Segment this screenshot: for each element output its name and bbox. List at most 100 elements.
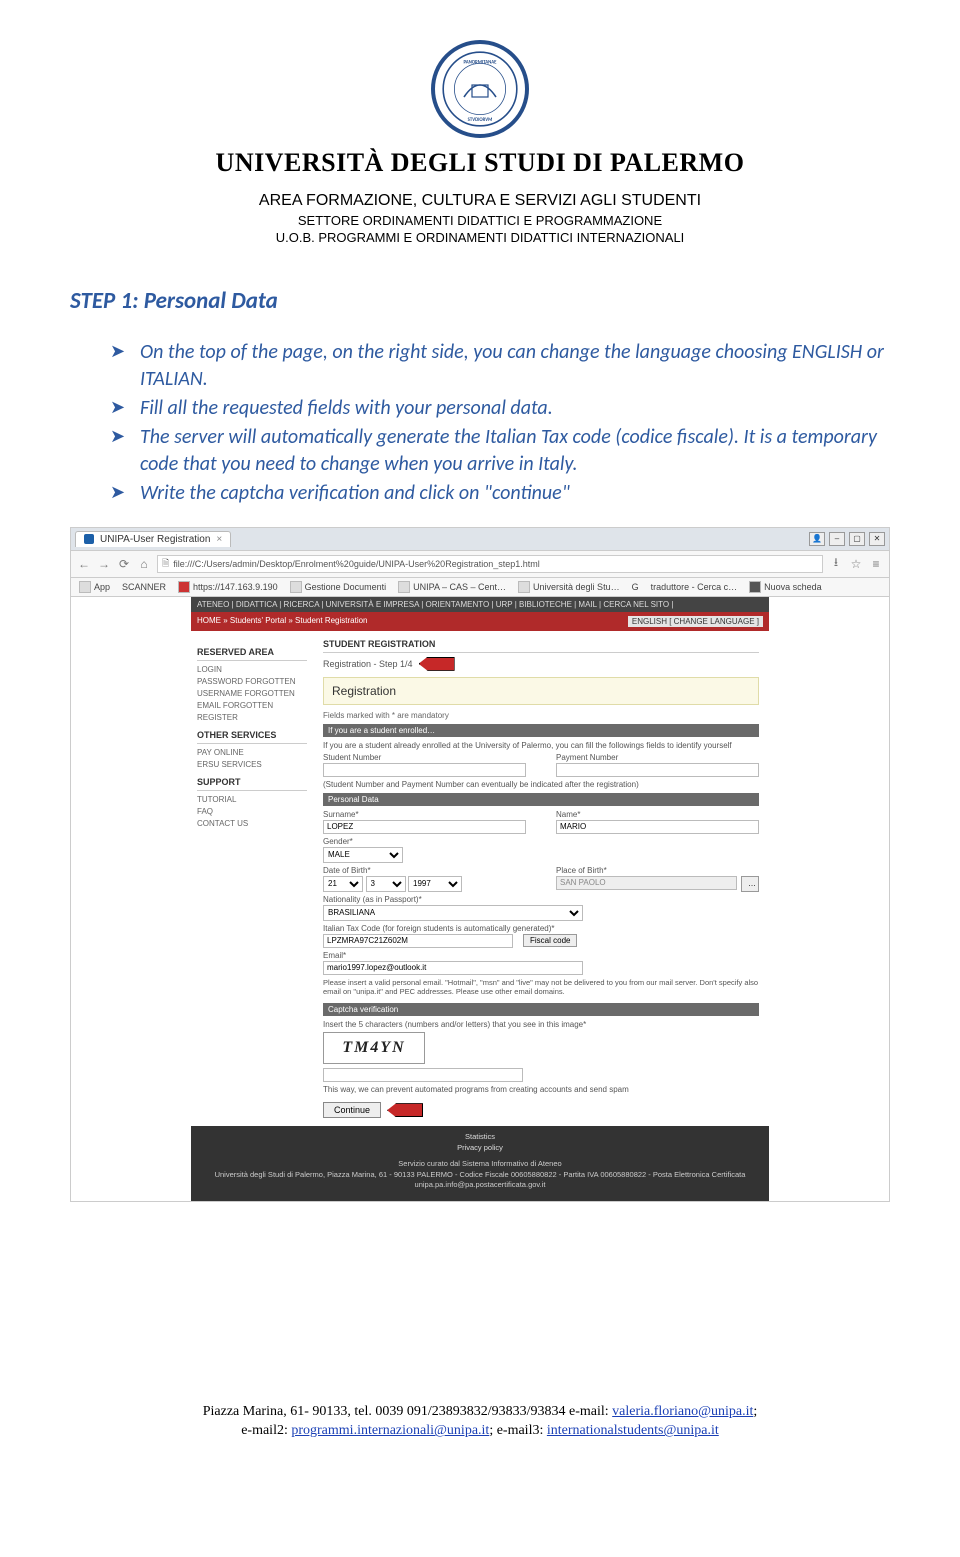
settore-line: SETTORE ORDINAMENTI DIDATTICI E PROGRAMM… bbox=[70, 212, 890, 230]
sidebar-group-other: OTHER SERVICES bbox=[197, 730, 307, 744]
gender-select[interactable]: MALE bbox=[323, 847, 403, 863]
breadcrumb-path: HOME » Students' Portal » Student Regist… bbox=[197, 616, 368, 627]
sidebar-link-login[interactable]: LOGIN bbox=[197, 665, 307, 674]
sidebar-link-contact[interactable]: CONTACT US bbox=[197, 819, 307, 828]
sidebar-link-password[interactable]: PASSWORD FORGOTTEN bbox=[197, 677, 307, 686]
window-user-icon[interactable]: 👤 bbox=[809, 532, 825, 546]
nationality-label: Nationality (as in Passport)* bbox=[323, 895, 759, 904]
window-maximize-icon[interactable]: ▢ bbox=[849, 532, 865, 546]
nav-home-icon[interactable]: ⌂ bbox=[137, 557, 151, 571]
footer-email3-link[interactable]: internationalstudents@unipa.it bbox=[547, 1423, 719, 1438]
page-footer: Piazza Marina, 61- 90133, tel. 0039 091/… bbox=[70, 1402, 890, 1441]
section-band-enrolled: If you are a student enrolled… bbox=[323, 724, 759, 737]
fiscal-code-button[interactable]: Fiscal code bbox=[523, 934, 577, 947]
university-seal: PANORMITANAE STVDIORVM bbox=[70, 40, 890, 138]
nav-back-icon[interactable]: ← bbox=[77, 557, 91, 571]
favicon-icon bbox=[84, 534, 94, 544]
bookmark-icon bbox=[749, 581, 761, 593]
sidebar-link-register[interactable]: REGISTER bbox=[197, 713, 307, 722]
footer-privacy[interactable]: Privacy policy bbox=[195, 1143, 765, 1154]
file-icon: 🗎 bbox=[162, 556, 169, 572]
bookmark-item[interactable]: traduttore - Cerca c… bbox=[651, 582, 738, 592]
main-content: STUDENT REGISTRATION Registration - Step… bbox=[313, 631, 769, 1127]
taxcode-input[interactable] bbox=[323, 934, 513, 948]
sidebar: RESERVED AREA LOGIN PASSWORD FORGOTTEN U… bbox=[191, 631, 313, 1127]
email-warning: Please insert a valid personal email. "H… bbox=[323, 978, 759, 998]
footer-email1-link[interactable]: valeria.floriano@unipa.it bbox=[612, 1404, 753, 1419]
instruction-item: Write the captcha verification and click… bbox=[110, 480, 890, 507]
bookmark-item[interactable]: Università degli Stu… bbox=[518, 581, 620, 593]
download-icon[interactable]: ⭳ bbox=[829, 557, 843, 571]
dob-month-select[interactable]: 3 bbox=[366, 876, 406, 892]
bookmark-item[interactable]: SCANNER bbox=[122, 582, 166, 592]
area-line: AREA FORMAZIONE, CULTURA E SERVIZI AGLI … bbox=[70, 190, 890, 212]
sidebar-link-email[interactable]: EMAIL FORGOTTEN bbox=[197, 701, 307, 710]
instruction-item: The server will automatically generate t… bbox=[110, 424, 890, 478]
url-field[interactable]: 🗎 file:///C:/Users/admin/Desktop/Enrolme… bbox=[157, 555, 823, 573]
instruction-item: On the top of the page, on the right sid… bbox=[110, 339, 890, 393]
window-close-icon[interactable]: ✕ bbox=[869, 532, 885, 546]
bookmark-icon bbox=[518, 581, 530, 593]
browser-tab[interactable]: UNIPA-User Registration × bbox=[75, 531, 231, 547]
nav-reload-icon[interactable]: ⟳ bbox=[117, 557, 131, 571]
tab-title: UNIPA-User Registration bbox=[100, 534, 210, 545]
bookmark-item[interactable]: G bbox=[632, 582, 639, 592]
bookmark-item[interactable]: Nuova scheda bbox=[749, 581, 822, 593]
section-band-captcha: Captcha verification bbox=[323, 1003, 759, 1016]
site-footer: Statistics Privacy policy Servizio curat… bbox=[191, 1126, 769, 1201]
pob-lookup-button[interactable]: … bbox=[741, 876, 759, 892]
sidebar-link-tutorial[interactable]: TUTORIAL bbox=[197, 795, 307, 804]
annotation-arrow-icon bbox=[387, 1103, 423, 1117]
nav-forward-icon[interactable]: → bbox=[97, 557, 111, 571]
annotation-arrow-icon bbox=[419, 657, 455, 671]
bookmark-item[interactable]: https://147.163.9.190 bbox=[178, 581, 278, 593]
tab-close-icon[interactable]: × bbox=[216, 534, 222, 545]
sidebar-link-ersu[interactable]: ERSU SERVICES bbox=[197, 760, 307, 769]
payment-number-input[interactable] bbox=[556, 763, 759, 777]
star-icon[interactable]: ☆ bbox=[849, 557, 863, 571]
menu-icon[interactable]: ≡ bbox=[869, 557, 883, 571]
bookmark-icon bbox=[398, 581, 410, 593]
student-number-label: Student Number bbox=[323, 753, 526, 762]
dob-label: Date of Birth* bbox=[323, 866, 526, 875]
captcha-note: This way, we can prevent automated progr… bbox=[323, 1085, 759, 1094]
instruction-item: Fill all the requested fields with your … bbox=[110, 395, 890, 422]
sidebar-link-username[interactable]: USERNAME FORGOTTEN bbox=[197, 689, 307, 698]
window-minimize-icon[interactable]: – bbox=[829, 532, 845, 546]
language-switch-button[interactable]: ENGLISH [ CHANGE LANGUAGE ] bbox=[628, 616, 763, 627]
sidebar-group-reserved: RESERVED AREA bbox=[197, 647, 307, 661]
email-input[interactable] bbox=[323, 961, 583, 975]
embedded-screenshot: UNIPA-User Registration × 👤 – ▢ ✕ ← → ⟳ … bbox=[70, 527, 890, 1202]
svg-text:PANORMITANAE: PANORMITANAE bbox=[463, 59, 497, 65]
footer-statistics[interactable]: Statistics bbox=[195, 1132, 765, 1143]
apps-icon bbox=[79, 581, 91, 593]
student-number-input[interactable] bbox=[323, 763, 526, 777]
step-indicator: Registration - Step 1/4 bbox=[323, 659, 413, 669]
captcha-image: TM4YN bbox=[323, 1032, 425, 1064]
nationality-select[interactable]: BRASILIANA bbox=[323, 905, 583, 921]
registration-heading: Registration bbox=[323, 677, 759, 705]
name-input[interactable] bbox=[556, 820, 759, 834]
surname-input[interactable] bbox=[323, 820, 526, 834]
svg-text:STVDIORVM: STVDIORVM bbox=[468, 117, 493, 123]
apps-button[interactable]: App bbox=[79, 581, 110, 593]
footer-email2-link[interactable]: programmi.internazionali@unipa.it bbox=[291, 1423, 489, 1438]
bookmark-icon bbox=[290, 581, 302, 593]
pob-label: Place of Birth* bbox=[556, 866, 759, 875]
captcha-input[interactable] bbox=[323, 1068, 523, 1082]
bookmark-item[interactable]: Gestione Documenti bbox=[290, 581, 387, 593]
dob-year-select[interactable]: 1997 bbox=[408, 876, 462, 892]
continue-button[interactable]: Continue bbox=[323, 1102, 381, 1118]
surname-label: Surname* bbox=[323, 810, 526, 819]
pob-input[interactable] bbox=[556, 876, 737, 890]
footer-address: Università degli Studi di Palermo, Piazz… bbox=[195, 1170, 765, 1191]
dob-day-select[interactable]: 21 bbox=[323, 876, 363, 892]
gender-label: Gender* bbox=[323, 837, 443, 846]
sidebar-link-pay[interactable]: PAY ONLINE bbox=[197, 748, 307, 757]
main-title: STUDENT REGISTRATION bbox=[323, 639, 759, 653]
sidebar-link-faq[interactable]: FAQ bbox=[197, 807, 307, 816]
bookmark-item[interactable]: UNIPA – CAS – Cent… bbox=[398, 581, 506, 593]
uob-line: U.O.B. PROGRAMMI E ORDINAMENTI DIDATTICI… bbox=[70, 229, 890, 247]
site-top-nav[interactable]: ATENEO | DIDATTICA | RICERCA | UNIVERSIT… bbox=[191, 597, 769, 612]
section-band-personal: Personal Data bbox=[323, 793, 759, 806]
